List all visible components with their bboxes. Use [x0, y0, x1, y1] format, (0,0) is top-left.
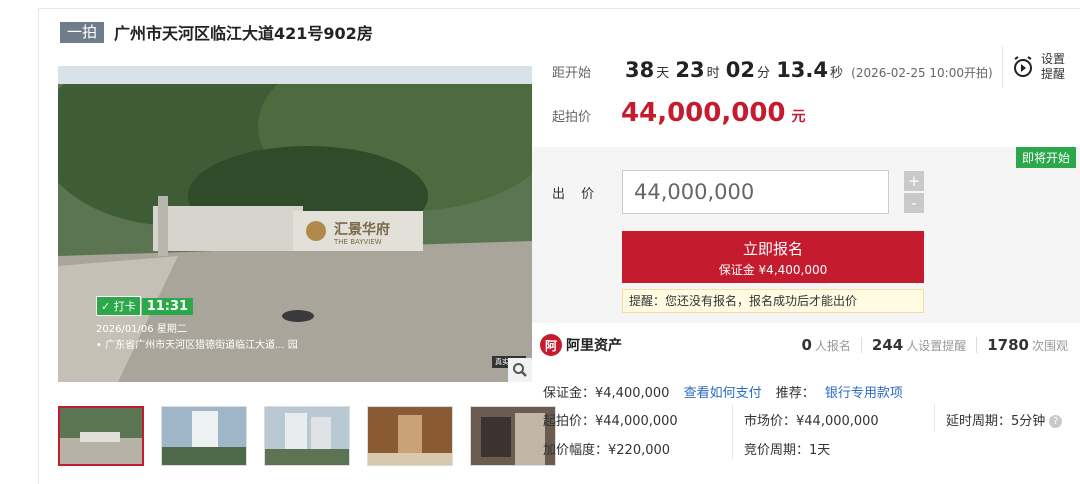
- extension-text: 延时周期：5分钟: [946, 414, 1046, 429]
- countdown-label: 距开始: [552, 66, 592, 81]
- increment-detail: 加价幅度：¥220,000: [543, 443, 671, 458]
- countdown-days: 38: [625, 58, 655, 82]
- countdown-row: 距开始 38 天 23 时 02 分 13.4 秒 (2026-02-25 10:00开…: [552, 58, 993, 82]
- zoom-button[interactable]: [508, 358, 532, 382]
- main-photo[interactable]: 汇景华府 THE BAYVIEW ✓ 打卡 11:31 2026/01/06 星…: [58, 66, 532, 382]
- thumbnail-3[interactable]: [264, 406, 350, 466]
- status-badge: 即将开始: [1015, 147, 1076, 168]
- decrease-bid-button[interactable]: -: [904, 193, 924, 213]
- search-icon: [513, 363, 527, 377]
- register-tip: 提醒：您还没有报名，报名成功后才能出价: [622, 289, 924, 313]
- divider: [732, 404, 733, 460]
- views-count: 1780: [987, 336, 1029, 354]
- bank-account-link[interactable]: 银行专用款项: [825, 386, 903, 401]
- countdown-minutes: 02: [725, 58, 756, 82]
- how-to-pay-link[interactable]: 查看如何支付: [684, 386, 762, 401]
- seconds-unit: 秒: [830, 66, 844, 81]
- thumbnail-strip: [58, 406, 556, 466]
- platform-logo[interactable]: 阿 阿里资产: [540, 334, 622, 356]
- help-icon[interactable]: ?: [1049, 415, 1063, 428]
- thumbnail-2[interactable]: [161, 406, 247, 466]
- page-title: 广州市天河区临江大道421号902房: [114, 24, 373, 43]
- reminders-label: 人设置提醒: [906, 339, 967, 353]
- registrations-label: 人报名: [814, 339, 851, 353]
- divider: [934, 404, 935, 432]
- sign-chinese: 汇景华府: [334, 222, 390, 238]
- starting-price-label: 起拍价: [552, 110, 592, 125]
- market-price-detail: 市场价：¥44,000,000: [744, 414, 879, 429]
- round-tag: 一拍: [60, 21, 105, 43]
- platform-logo-icon: 阿: [540, 334, 562, 356]
- starting-price-value: 44,000,000: [621, 98, 786, 128]
- divider: [860, 337, 862, 353]
- registrations-count: 0: [801, 336, 812, 354]
- days-unit: 天: [656, 66, 670, 81]
- deposit-row: 保证金：¥4,400,000 查看如何支付 推荐： 银行专用款项: [543, 382, 903, 401]
- set-reminder-button[interactable]: 设置 提醒: [1002, 46, 1080, 88]
- reminders-count: 244: [871, 336, 904, 354]
- reminder-line2: 提醒: [1041, 67, 1066, 81]
- checkin-stamp: ✓ 打卡 11:31: [96, 296, 194, 316]
- bid-cycle-detail: 竞价周期：1天: [744, 443, 831, 458]
- minutes-unit: 分: [757, 66, 771, 81]
- starting-price-row: 起拍价 44,000,000 元: [552, 98, 806, 128]
- starting-price-unit: 元: [791, 109, 806, 125]
- start-price-detail: 起拍价：¥44,000,000: [543, 414, 678, 429]
- alarm-clock-icon: [1014, 56, 1032, 77]
- hours-unit: 时: [706, 66, 720, 81]
- start-time-note: (2026-02-25 10:00开拍): [851, 66, 993, 80]
- thumbnail-4[interactable]: [367, 406, 453, 466]
- sign-english: THE BAYVIEW: [334, 238, 382, 246]
- countdown-timer: 38 天 23 时 02 分 13.4 秒 (2026-02-25 10:00开拍): [623, 58, 993, 82]
- views-label: 次围观: [1031, 339, 1068, 353]
- bid-panel: 即将开始 出 价 44,000,000 + - 立即报名 保证金 ¥4,400,…: [532, 147, 1080, 323]
- checkin-time: 11:31: [141, 297, 194, 315]
- increase-bid-button[interactable]: +: [904, 171, 924, 191]
- platform-row: 阿 阿里资产 0 人报名 244 人设置提醒 1780 次围观: [540, 334, 1080, 356]
- photo-address: • 广东省广州市天河区猎德街道临江大道... 园: [96, 340, 298, 351]
- countdown-seconds: 13.4: [776, 58, 829, 82]
- thumbnail-1[interactable]: [58, 406, 144, 466]
- bid-input[interactable]: 44,000,000: [622, 170, 889, 214]
- recommend-label: 推荐：: [775, 386, 815, 401]
- participation-stats: 0 人报名 244 人设置提醒 1780 次围观: [801, 336, 1080, 354]
- register-label: 立即报名: [742, 240, 803, 258]
- deposit-text: 保证金：¥4,400,000: [543, 386, 670, 401]
- platform-name: 阿里资产: [566, 338, 622, 354]
- divider: [976, 337, 978, 353]
- extension-period: 延时周期：5分钟?: [946, 410, 1063, 429]
- photo-date: 2026/01/06 星期二: [96, 324, 187, 335]
- title-row: 一拍 广州市天河区临江大道421号902房: [60, 20, 373, 44]
- register-button[interactable]: 立即报名 保证金 ¥4,400,000: [622, 231, 924, 283]
- deposit-note: 保证金 ¥4,400,000: [718, 263, 828, 277]
- countdown-hours: 23: [675, 58, 705, 82]
- reminder-line1: 设置: [1041, 52, 1066, 66]
- checkin-label: ✓ 打卡: [96, 296, 141, 316]
- bid-label: 出 价: [552, 187, 601, 202]
